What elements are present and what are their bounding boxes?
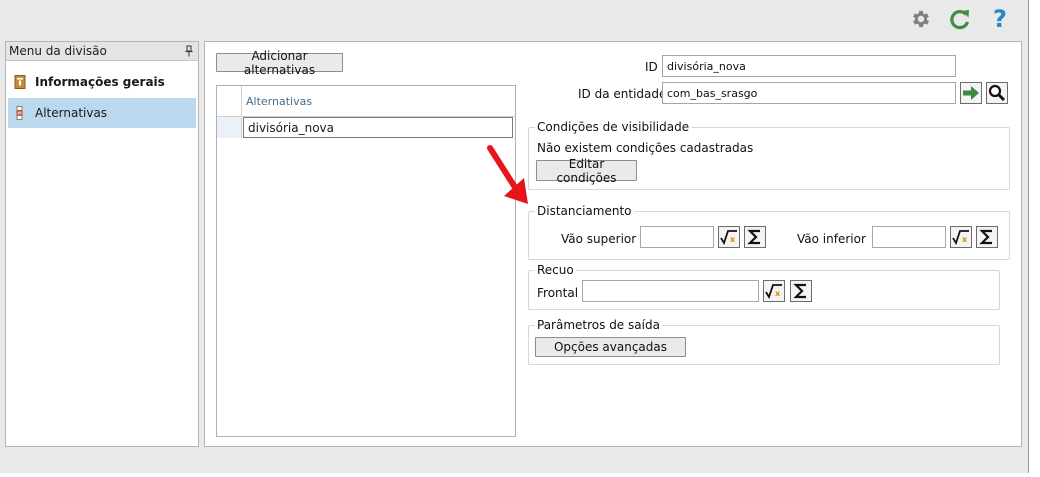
front-sum-button[interactable] — [790, 280, 812, 302]
sidebar-item-informacoes-gerais[interactable]: Informações gerais — [8, 67, 196, 97]
main-panel: Adicionar alternativas Alternativas divi… — [204, 41, 1022, 447]
upper-gap-field[interactable] — [640, 226, 714, 248]
id-field[interactable] — [662, 55, 956, 77]
id-label: ID — [645, 60, 658, 74]
front-formula-button[interactable]: x — [763, 280, 785, 302]
svg-text:x: x — [730, 235, 736, 244]
sidebar-item-label: Alternativas — [35, 106, 108, 120]
formula-icon: x — [720, 230, 737, 245]
formula-icon: x — [952, 230, 969, 245]
search-icon — [988, 84, 1006, 102]
recess-group: Recuo Frontal x — [528, 263, 1000, 310]
alternatives-grid: Alternativas divisória_nova — [216, 85, 516, 437]
upper-gap-label: Vão superior — [561, 232, 637, 246]
sidebar-title: Menu da divisão — [9, 44, 107, 58]
sidebar: Menu da divisão Informações gerais Alter… — [5, 41, 199, 447]
gear-icon[interactable] — [909, 7, 933, 31]
help-glyph: ? — [993, 5, 1007, 33]
entity-id-label: ID da entidade — [578, 87, 667, 101]
search-entity-button[interactable] — [986, 82, 1008, 104]
output-title: Parâmetros de saída — [535, 318, 662, 332]
lower-gap-sum-button[interactable] — [976, 226, 998, 248]
row-header[interactable] — [217, 117, 242, 138]
arrow-right-icon — [963, 86, 979, 100]
help-icon[interactable]: ? — [988, 5, 1012, 33]
refresh-icon[interactable] — [948, 7, 972, 31]
lower-gap-field[interactable] — [872, 226, 946, 248]
app-window: ? Menu da divisão Informações gerais Alt… — [0, 0, 1029, 473]
status-bar — [0, 450, 1028, 473]
annotation-arrow — [487, 145, 528, 204]
output-group: Parâmetros de saída Opções avançadas — [528, 318, 1000, 365]
front-label: Frontal — [537, 286, 579, 300]
grid-header: Alternativas — [217, 86, 515, 117]
spacing-title: Distanciamento — [535, 204, 634, 218]
lower-gap-formula-button[interactable]: x — [950, 226, 972, 248]
column-header-alternativas[interactable]: Alternativas — [246, 95, 312, 108]
sum-icon — [793, 283, 806, 299]
front-field[interactable] — [582, 280, 759, 302]
visibility-status: Não existem condições cadastradas — [537, 141, 754, 155]
add-alternatives-button[interactable]: Adicionar alternativas — [216, 49, 343, 77]
spacing-group: Distanciamento Vão superior x Vão inferi… — [528, 204, 1010, 260]
pin-icon[interactable] — [184, 45, 194, 57]
go-to-entity-button[interactable] — [960, 82, 982, 104]
entity-id-field[interactable] — [662, 82, 956, 104]
sidebar-header: Menu da divisão — [6, 42, 198, 61]
table-cell[interactable]: divisória_nova — [243, 117, 513, 138]
lower-gap-label: Vão inferior — [797, 232, 866, 246]
visibility-group: Condições de visibilidade Não existem co… — [528, 120, 1010, 190]
edit-conditions-button[interactable]: Editar condições — [536, 157, 637, 185]
recess-title: Recuo — [535, 263, 576, 277]
info-icon — [14, 75, 26, 89]
alternatives-icon — [16, 106, 23, 120]
sidebar-item-label: Informações gerais — [35, 75, 165, 89]
svg-text:x: x — [775, 289, 781, 298]
sum-icon — [979, 229, 992, 245]
sidebar-item-alternativas[interactable]: Alternativas — [8, 98, 196, 128]
visibility-title: Condições de visibilidade — [535, 120, 692, 134]
advanced-options-button[interactable]: Opções avançadas — [535, 337, 686, 357]
formula-icon: x — [765, 284, 782, 299]
upper-gap-formula-button[interactable]: x — [718, 226, 740, 248]
sum-icon — [747, 229, 760, 245]
grid-corner — [217, 86, 242, 116]
svg-text:x: x — [962, 235, 968, 244]
table-row[interactable]: divisória_nova — [217, 117, 515, 138]
upper-gap-sum-button[interactable] — [744, 226, 766, 248]
